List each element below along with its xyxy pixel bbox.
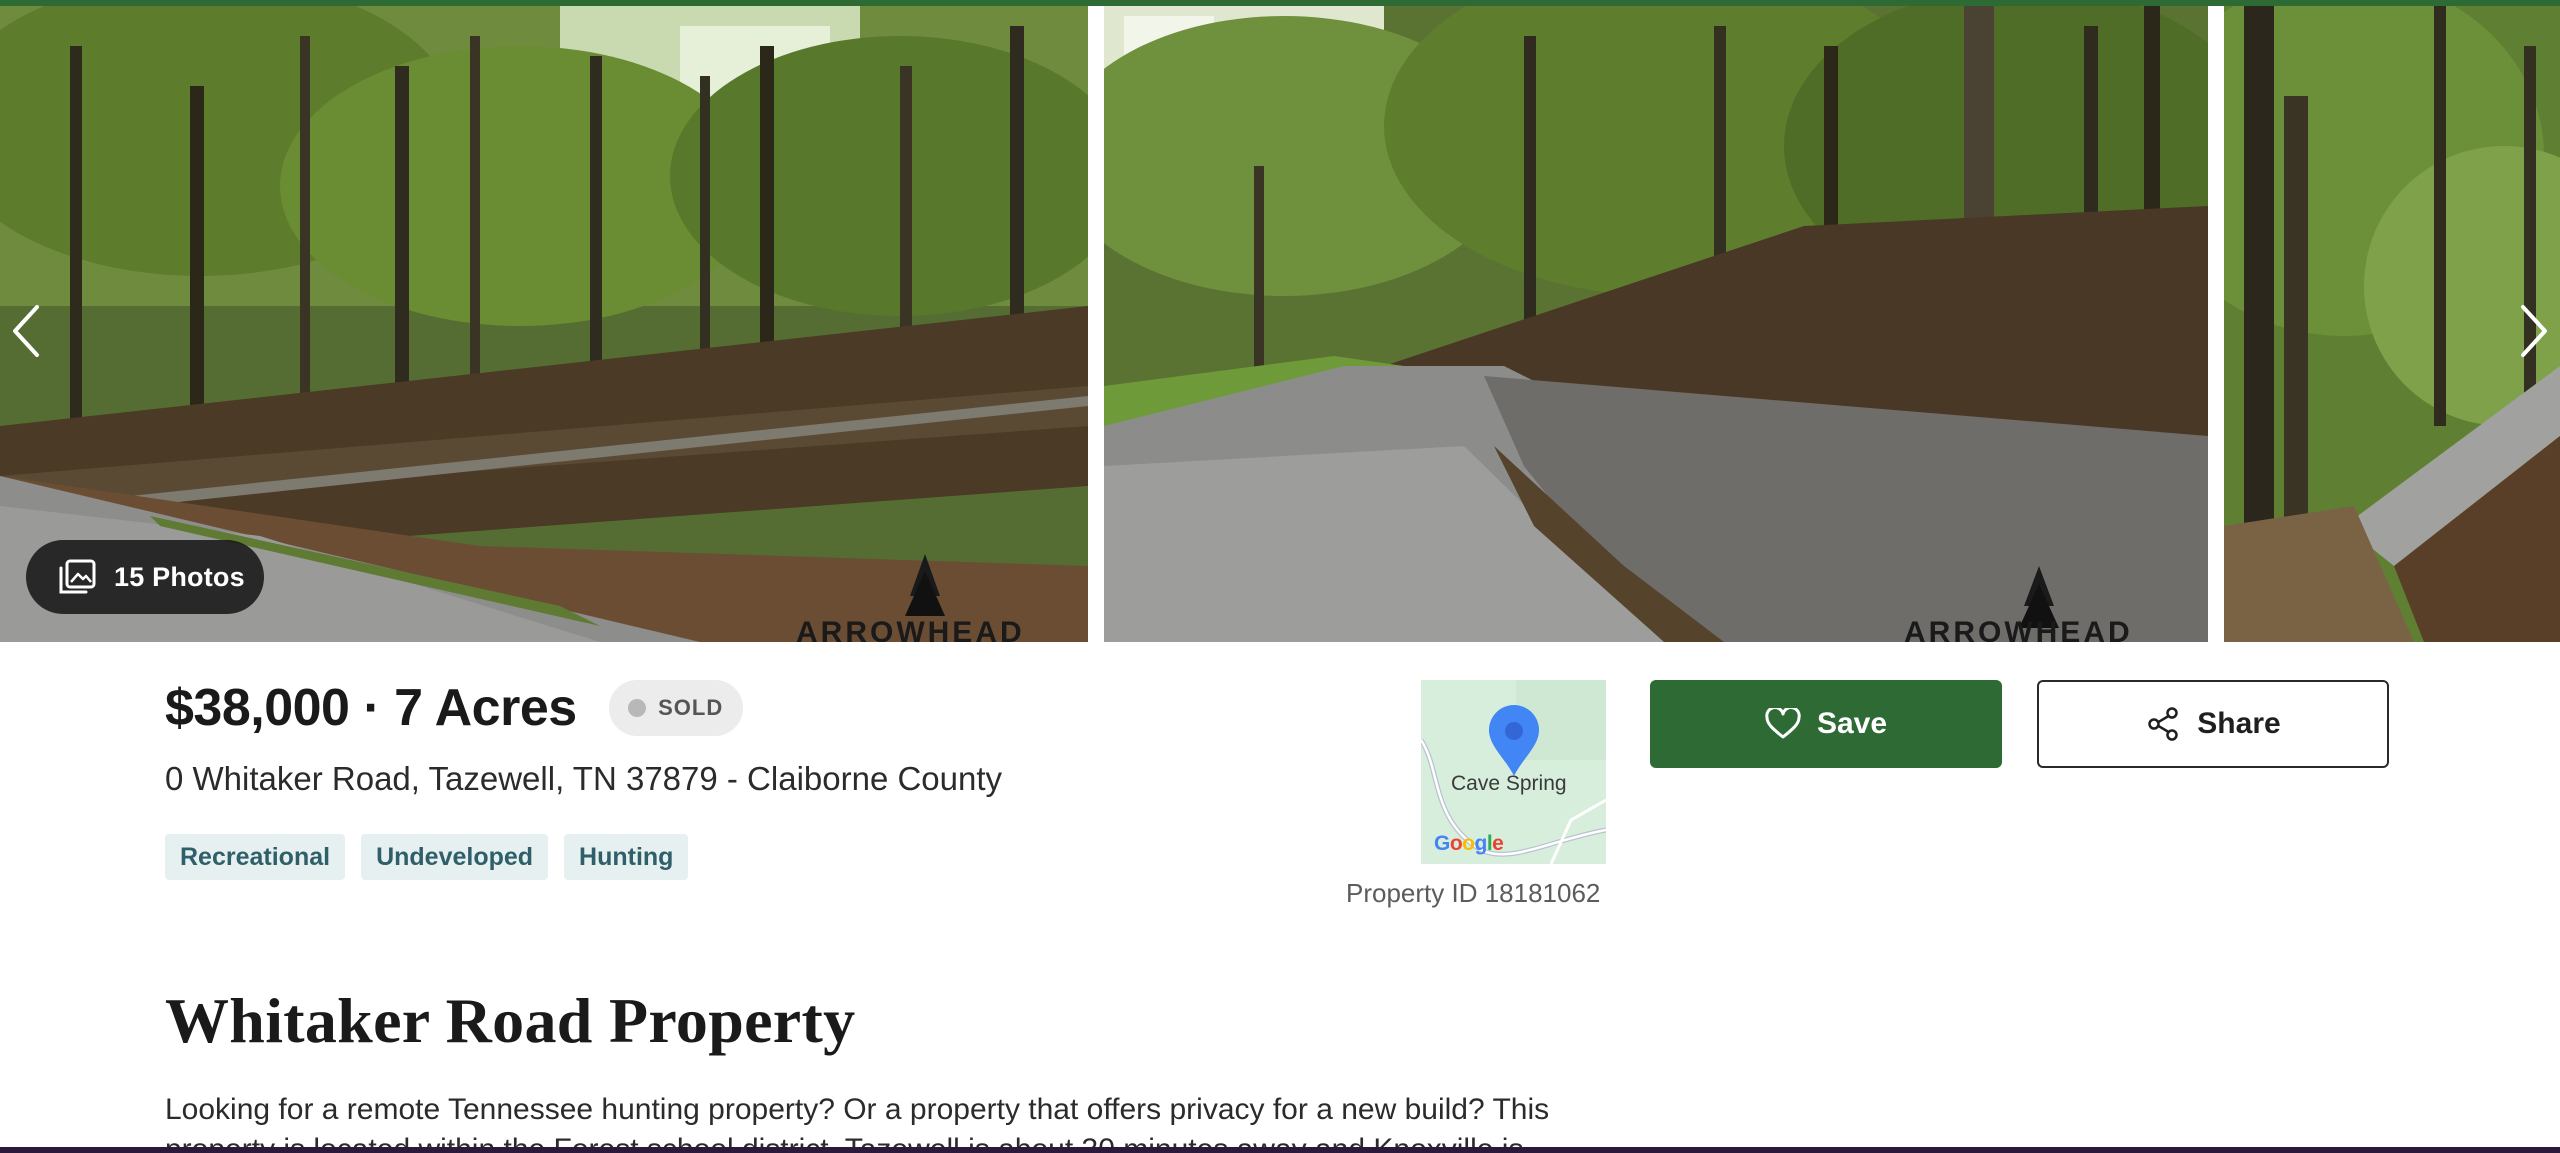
view-all-photos-button[interactable]: 15 Photos (26, 540, 264, 614)
image-stack-icon (59, 559, 96, 594)
gallery-photo[interactable]: ARROWHEAD (1104, 6, 2208, 642)
bottom-edge-bar (0, 1147, 2560, 1153)
photo-count-label: 15 Photos (114, 561, 245, 592)
save-button[interactable]: Save (1650, 680, 2002, 768)
photo-gallery[interactable]: ARROWHEAD ARROWHEAD 15 Photos (0, 6, 2560, 642)
svg-text:ARROWHEAD: ARROWHEAD (796, 616, 1025, 642)
property-address: 0 Whitaker Road, Tazewell, TN 37879 - Cl… (165, 760, 1003, 797)
share-icon (2148, 707, 2179, 741)
share-button-label: Share (2197, 707, 2281, 740)
chevron-right-icon (2521, 305, 2547, 357)
status-label: SOLD (658, 695, 724, 720)
heart-icon (1765, 708, 1801, 739)
google-logo: Google (1434, 832, 1504, 855)
status-dot-icon (628, 699, 647, 717)
price-acreage-title: $38,000 · 7 Acres (165, 679, 577, 737)
property-heading: Whitaker Road Property (165, 985, 856, 1056)
map-thumbnail[interactable]: Cave Spring Google (1421, 680, 1606, 864)
save-button-label: Save (1816, 707, 1888, 740)
property-description: Looking for a remote Tennessee hunting p… (165, 1093, 1550, 1150)
listing-header: $38,000 · 7 Acres SOLD (165, 678, 743, 738)
map-place-label: Cave Spring (1451, 772, 1567, 795)
status-badge: SOLD (608, 680, 743, 736)
svg-text:ARROWHEAD: ARROWHEAD (1904, 616, 2133, 642)
tag-recreational[interactable]: Recreational (165, 834, 346, 880)
property-id: Property ID 18181062 (1346, 878, 1601, 908)
forest-driveway-photo: ARROWHEAD (1104, 6, 2208, 642)
tag-undeveloped[interactable]: Undeveloped (361, 834, 549, 880)
tag-hunting[interactable]: Hunting (564, 834, 689, 880)
chevron-left-icon (13, 305, 39, 357)
share-button[interactable]: Share (2037, 680, 2389, 768)
gallery-next-button[interactable] (2510, 296, 2558, 366)
gallery-prev-button[interactable] (2, 296, 50, 366)
map-pin-icon (1489, 705, 1539, 776)
property-tags: Recreational Undeveloped Hunting (165, 834, 689, 880)
